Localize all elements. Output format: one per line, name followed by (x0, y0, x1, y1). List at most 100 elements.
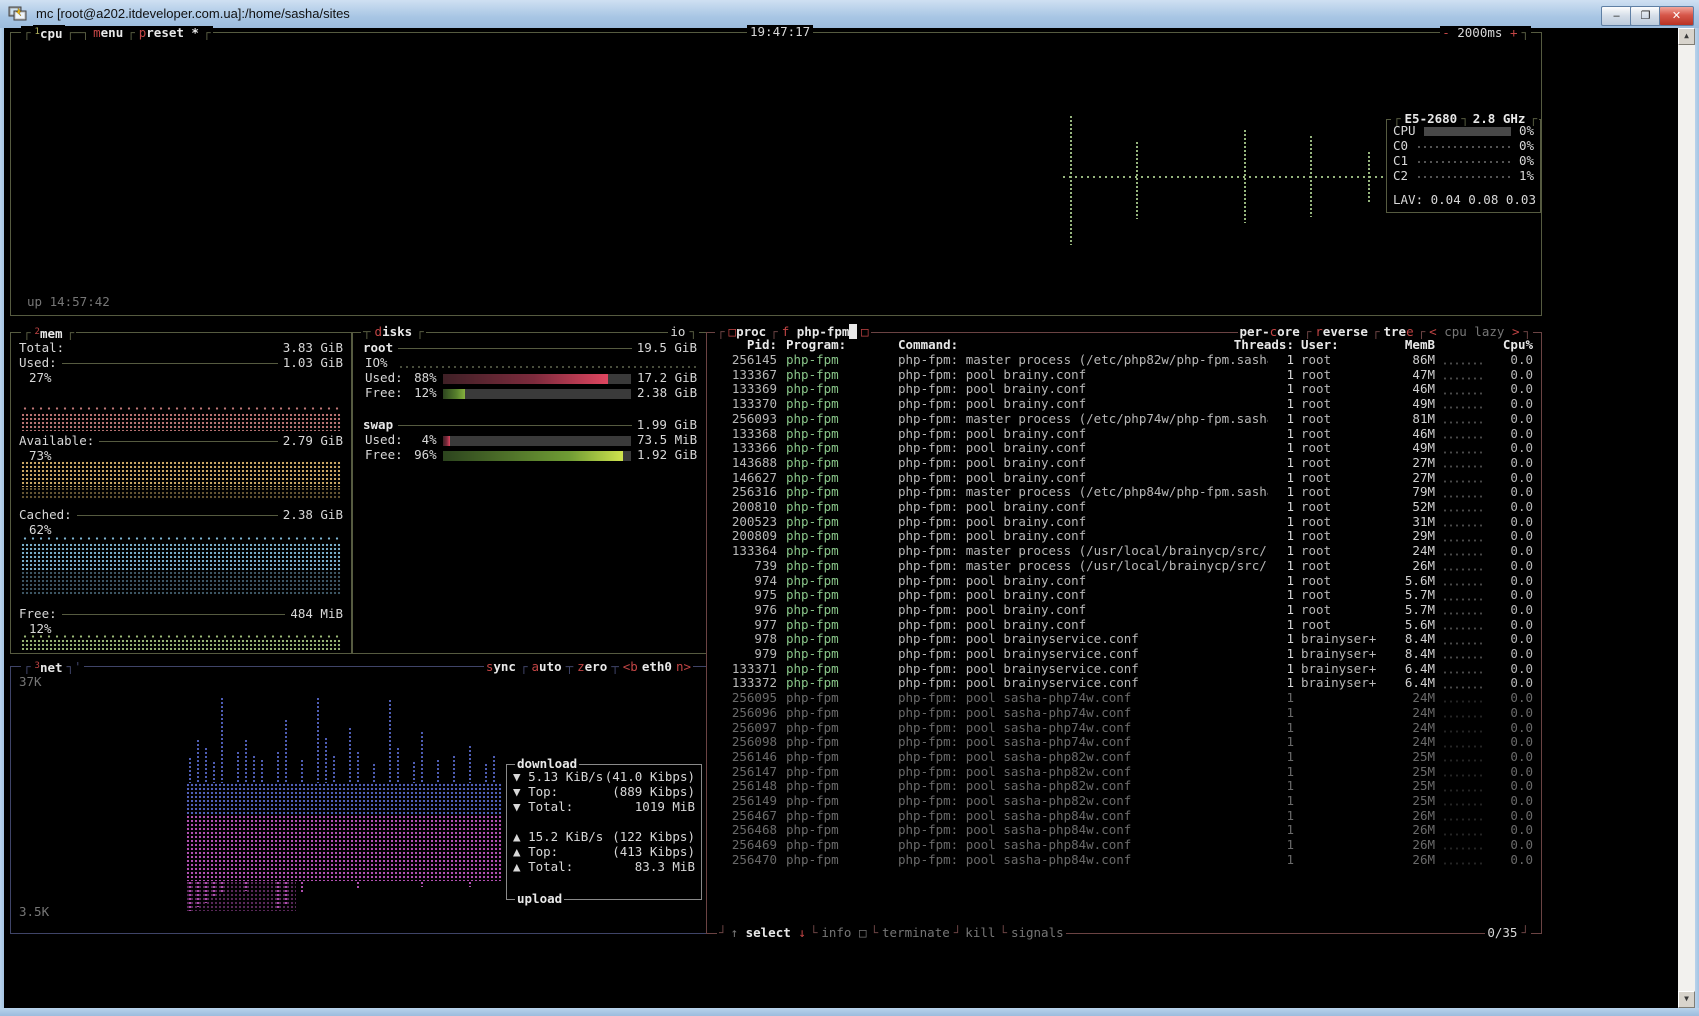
process-cpu: 0.0 (1493, 500, 1533, 515)
process-row[interactable]: 975php-fpmphp-fpm: pool brainy.conf1root… (713, 588, 1533, 603)
process-row[interactable]: 256148php-fpmphp-fpm: pool sasha-php82w.… (713, 779, 1533, 794)
net-download-spike (260, 759, 265, 783)
info-button[interactable]: info □ (819, 926, 868, 941)
interval-plus-button[interactable]: + (1510, 25, 1518, 40)
process-program: php-fpm (786, 721, 898, 736)
process-row[interactable]: 739php-fpmphp-fpm: master process (/usr/… (713, 559, 1533, 574)
process-command: php-fpm: pool sasha-php82w.conf (898, 765, 1268, 780)
select-control[interactable]: ↑ select ↓ (729, 926, 808, 941)
net-download-spike (332, 755, 337, 783)
process-row[interactable]: 146627php-fpmphp-fpm: pool brainy.conf1r… (713, 471, 1533, 486)
process-row[interactable]: 133371php-fpmphp-fpm: pool brainyservice… (713, 662, 1533, 677)
window-title: mc [root@a202.itdeveloper.com.ua]:/home/… (36, 7, 350, 22)
iface-next-button[interactable]: n> (674, 660, 693, 675)
cpu-usage-bar (1424, 127, 1511, 136)
process-cpu: 0.0 (1493, 529, 1533, 544)
close-button[interactable]: ✕ (1659, 6, 1694, 26)
process-row[interactable]: 256469php-fpmphp-fpm: pool sasha-php84w.… (713, 838, 1533, 853)
process-cpu: 0.0 (1493, 647, 1533, 662)
col-user[interactable]: User: (1301, 338, 1387, 353)
process-row[interactable]: 256093php-fpmphp-fpm: master process (/e… (713, 412, 1533, 427)
minimize-button[interactable]: – (1601, 6, 1632, 26)
disks-box-title[interactable]: disks (373, 325, 415, 340)
scrollbar[interactable]: ▲ ▼ (1678, 28, 1695, 1008)
terminate-button[interactable]: terminate (880, 926, 952, 941)
upload-total: 83.3 MiB (635, 860, 695, 875)
process-program: php-fpm (786, 823, 898, 838)
col-threads[interactable]: Threads: (1228, 338, 1294, 353)
process-row[interactable]: 256149php-fpmphp-fpm: pool sasha-php82w.… (713, 794, 1533, 809)
process-row[interactable]: 133364php-fpmphp-fpm: master process (/u… (713, 544, 1533, 559)
selection-counter: 0/35 (1485, 926, 1519, 941)
kill-button[interactable]: kill (963, 926, 997, 941)
process-row[interactable]: 133367php-fpmphp-fpm: pool brainy.conf1r… (713, 368, 1533, 383)
net-sync-button[interactable]: sync (484, 660, 518, 675)
net-upload-spike (196, 881, 201, 907)
process-command: php-fpm: pool sasha-php82w.conf (898, 779, 1268, 794)
process-mem-graph (1442, 744, 1486, 749)
title-bar[interactable]: mc [root@a202.itdeveloper.com.ua]:/home/… (0, 0, 1699, 28)
scroll-up-icon[interactable]: ▲ (1678, 28, 1695, 45)
process-row[interactable]: 143688php-fpmphp-fpm: pool brainy.conf1r… (713, 456, 1533, 471)
cpu-box-title[interactable]: 1cpu (33, 25, 65, 42)
menu-button[interactable]: menu (91, 26, 125, 41)
process-row[interactable]: 256467php-fpmphp-fpm: pool sasha-php84w.… (713, 809, 1533, 824)
process-row[interactable]: 200810php-fpmphp-fpm: pool brainy.conf1r… (713, 500, 1533, 515)
process-row[interactable]: 256145php-fpmphp-fpm: master process (/e… (713, 353, 1533, 368)
process-row[interactable]: 200523php-fpmphp-fpm: pool brainy.conf1r… (713, 515, 1533, 530)
process-row[interactable]: 256468php-fpmphp-fpm: pool sasha-php84w.… (713, 823, 1533, 838)
process-pid: 975 (713, 588, 777, 603)
process-row[interactable]: 200809php-fpmphp-fpm: pool brainy.conf1r… (713, 529, 1533, 544)
net-auto-button[interactable]: auto (529, 660, 563, 675)
process-command: php-fpm: master process (/usr/local/brai… (898, 544, 1268, 559)
process-row[interactable]: 256316php-fpmphp-fpm: master process (/e… (713, 485, 1533, 500)
col-program[interactable]: Program: (786, 338, 898, 353)
disk-io-label: IO% (365, 356, 388, 371)
iface-prev-button[interactable]: <b (621, 660, 640, 675)
process-mem-graph (1442, 802, 1486, 807)
scroll-down-icon[interactable]: ▼ (1678, 991, 1695, 1008)
process-threads: 1 (1268, 382, 1294, 397)
process-row[interactable]: 256098php-fpmphp-fpm: pool sasha-php74w.… (713, 735, 1533, 750)
process-row[interactable]: 133370php-fpmphp-fpm: pool brainy.conf1r… (713, 397, 1533, 412)
col-memb[interactable]: MemB (1387, 338, 1435, 353)
process-row[interactable]: 256146php-fpmphp-fpm: pool sasha-php82w.… (713, 750, 1533, 765)
signals-button[interactable]: signals (1009, 926, 1066, 941)
interval-minus-button[interactable]: - (1442, 25, 1450, 40)
process-row[interactable]: 974php-fpmphp-fpm: pool brainy.conf1root… (713, 574, 1533, 589)
process-row[interactable]: 133372php-fpmphp-fpm: pool brainyservice… (713, 676, 1533, 691)
net-box: ┌ 3net ┐' sync ┌ auto ┬ zero ┬ <b eth0 n… (10, 666, 708, 934)
process-row[interactable]: 133369php-fpmphp-fpm: pool brainy.conf1r… (713, 382, 1533, 397)
process-row[interactable]: 256470php-fpmphp-fpm: pool sasha-php84w.… (713, 853, 1533, 868)
process-row[interactable]: 256096php-fpmphp-fpm: pool sasha-php74w.… (713, 706, 1533, 721)
mem-graph (21, 639, 341, 650)
col-cpu[interactable]: Cpu% (1493, 338, 1533, 353)
process-row[interactable]: 976php-fpmphp-fpm: pool brainy.conf1root… (713, 603, 1533, 618)
io-toggle[interactable]: io (668, 325, 687, 340)
col-pid[interactable]: Pid: (713, 338, 777, 353)
process-program: php-fpm (786, 412, 898, 427)
mem-graph (21, 405, 341, 413)
net-zero-button[interactable]: zero (575, 660, 609, 675)
net-download-spike (236, 751, 241, 783)
process-row[interactable]: 977php-fpmphp-fpm: pool brainy.conf1root… (713, 618, 1533, 633)
process-mem-graph (1442, 685, 1486, 690)
process-row[interactable]: 978php-fpmphp-fpm: pool brainyservice.co… (713, 632, 1533, 647)
download-top: (889 Kibps) (612, 785, 695, 800)
process-pid: 256149 (713, 794, 777, 809)
process-row[interactable]: 256147php-fpmphp-fpm: pool sasha-php82w.… (713, 765, 1533, 780)
process-pid: 256468 (713, 823, 777, 838)
preset-button[interactable]: preset * (137, 26, 201, 41)
disk-usage-row: Used:88%17.2 GiB (365, 371, 697, 386)
process-row[interactable]: 256097php-fpmphp-fpm: pool sasha-php74w.… (713, 721, 1533, 736)
maximize-button[interactable]: ❐ (1630, 6, 1661, 26)
process-threads: 1 (1268, 794, 1294, 809)
process-row[interactable]: 133368php-fpmphp-fpm: pool brainy.conf1r… (713, 427, 1533, 442)
process-row[interactable]: 979php-fpmphp-fpm: pool brainyservice.co… (713, 647, 1533, 662)
process-pid: 133368 (713, 427, 777, 442)
process-mem-graph (1442, 626, 1486, 631)
process-mem: 52M (1387, 500, 1435, 515)
process-row[interactable]: 256095php-fpmphp-fpm: pool sasha-php74w.… (713, 691, 1533, 706)
col-command[interactable]: Command: (898, 338, 1228, 353)
process-row[interactable]: 133366php-fpmphp-fpm: pool brainy.conf1r… (713, 441, 1533, 456)
